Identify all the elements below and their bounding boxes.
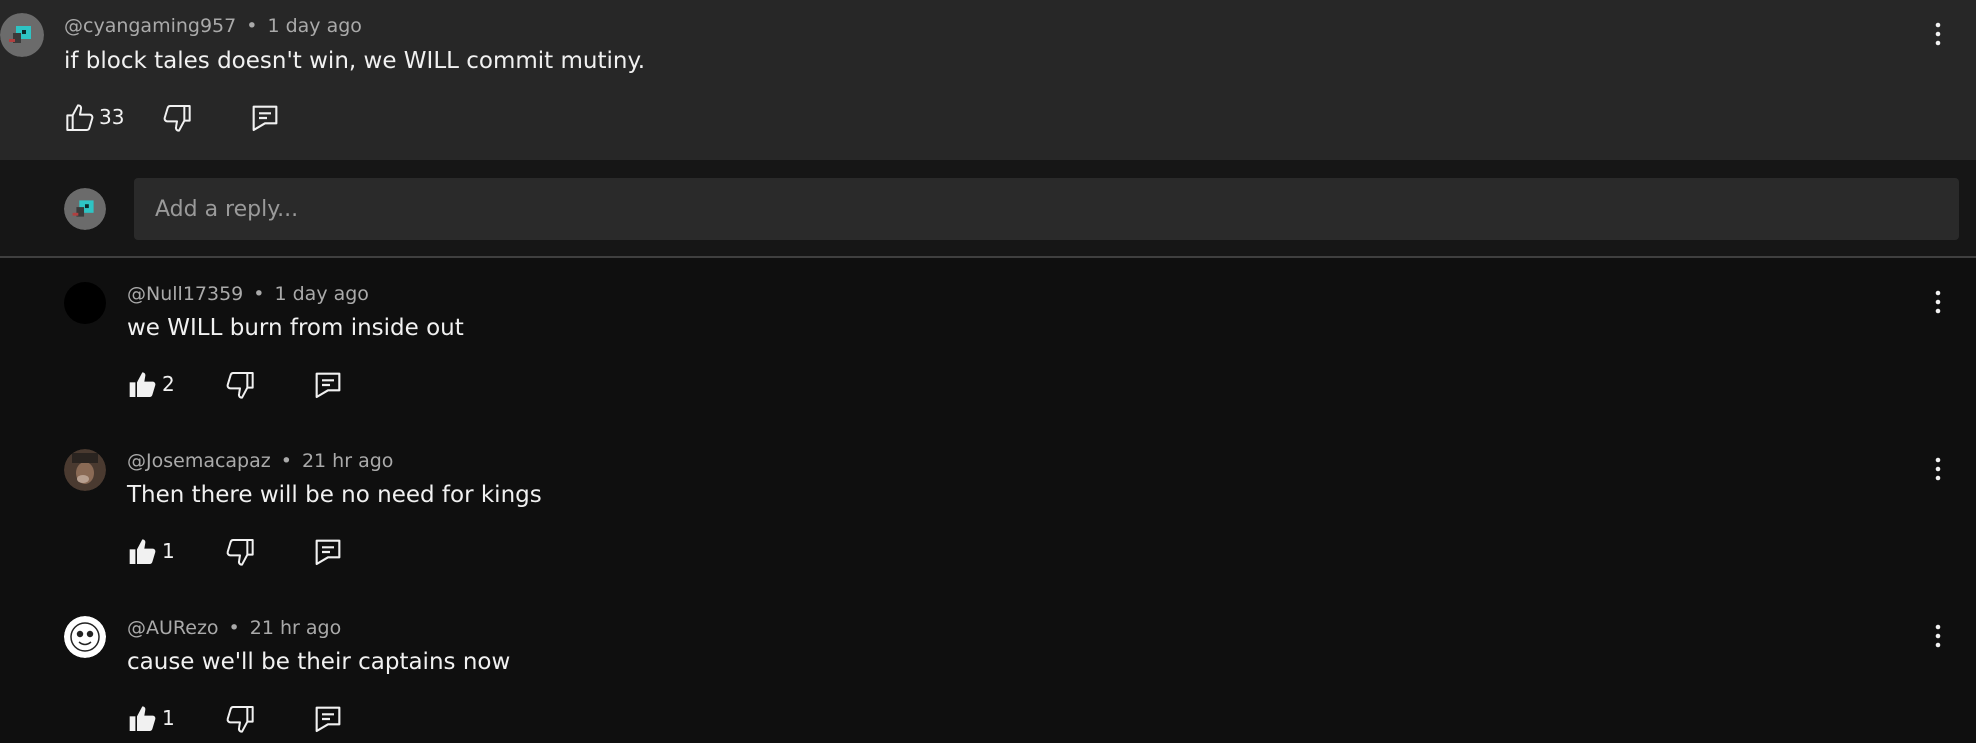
- like-count: 1: [162, 706, 175, 730]
- more-options-button[interactable]: [1926, 618, 1950, 654]
- like-count: 2: [162, 372, 175, 396]
- comment-icon: [312, 369, 344, 401]
- comment-meta: @cyangaming957 • 1 day ago: [64, 15, 362, 37]
- avatar[interactable]: [64, 449, 106, 491]
- comment-actions: 1: [127, 536, 357, 568]
- separator-dot: •: [246, 15, 258, 37]
- comment-actions: 2: [127, 369, 357, 401]
- dislike-button[interactable]: [161, 102, 193, 134]
- comment-actions: 1: [127, 703, 357, 735]
- comment-actions: 33: [64, 102, 294, 134]
- comment-meta: @Null17359 • 1 day ago: [127, 283, 369, 305]
- more-vertical-icon: [1926, 451, 1950, 487]
- reply-input[interactable]: [134, 178, 1959, 240]
- like-count: 33: [99, 105, 125, 129]
- comment-meta: @AURezo • 21 hr ago: [127, 617, 341, 639]
- author-handle[interactable]: @AURezo: [127, 617, 219, 639]
- dislike-button[interactable]: [224, 536, 256, 568]
- thumbs-up-icon: [64, 102, 96, 134]
- thumbs-up-icon: [127, 703, 159, 735]
- timestamp[interactable]: 21 hr ago: [302, 450, 393, 472]
- comment-text: cause we'll be their captains now: [127, 649, 511, 675]
- more-options-button[interactable]: [1926, 284, 1950, 320]
- avatar[interactable]: [64, 616, 106, 658]
- author-handle[interactable]: @Null17359: [127, 283, 243, 305]
- more-options-button[interactable]: [1926, 16, 1950, 52]
- timestamp[interactable]: 1 day ago: [274, 283, 368, 305]
- separator-dot: •: [253, 283, 265, 305]
- reply-button[interactable]: [312, 369, 344, 401]
- reply-button[interactable]: [249, 102, 281, 134]
- comment-icon: [312, 536, 344, 568]
- thumbs-down-icon: [224, 536, 256, 568]
- like-button[interactable]: [127, 369, 159, 401]
- thumbs-down-icon: [224, 703, 256, 735]
- dislike-button[interactable]: [224, 369, 256, 401]
- avatar[interactable]: [64, 282, 106, 324]
- separator-dot: •: [280, 450, 292, 472]
- reply-button[interactable]: [312, 536, 344, 568]
- separator-dot: •: [228, 617, 240, 639]
- like-button[interactable]: [127, 536, 159, 568]
- reply-button[interactable]: [312, 703, 344, 735]
- thumbs-up-icon: [127, 536, 159, 568]
- comment-icon: [249, 102, 281, 134]
- author-handle[interactable]: @Josemacapaz: [127, 450, 271, 472]
- author-handle[interactable]: @cyangaming957: [64, 15, 236, 37]
- thumbs-down-icon: [224, 369, 256, 401]
- comment-meta: @Josemacapaz • 21 hr ago: [127, 450, 393, 472]
- timestamp[interactable]: 1 day ago: [267, 15, 361, 37]
- thumbs-up-icon: [127, 369, 159, 401]
- current-user-avatar: [64, 188, 106, 230]
- like-button[interactable]: [127, 703, 159, 735]
- like-button[interactable]: [64, 102, 96, 134]
- more-vertical-icon: [1926, 16, 1950, 52]
- timestamp[interactable]: 21 hr ago: [250, 617, 341, 639]
- dislike-button[interactable]: [224, 703, 256, 735]
- comment-icon: [312, 703, 344, 735]
- comment-text: if block tales doesn't win, we WILL comm…: [64, 48, 646, 74]
- comment-text: we WILL burn from inside out: [127, 315, 464, 341]
- parent-comment: @cyangaming957 • 1 day ago if block tales …: [0, 0, 1976, 160]
- more-vertical-icon: [1926, 618, 1950, 654]
- more-vertical-icon: [1926, 284, 1950, 320]
- more-options-button[interactable]: [1926, 451, 1950, 487]
- comment-text: Then there will be no need for kings: [127, 482, 542, 508]
- thumbs-down-icon: [161, 102, 193, 134]
- avatar[interactable]: [0, 13, 44, 57]
- like-count: 1: [162, 539, 175, 563]
